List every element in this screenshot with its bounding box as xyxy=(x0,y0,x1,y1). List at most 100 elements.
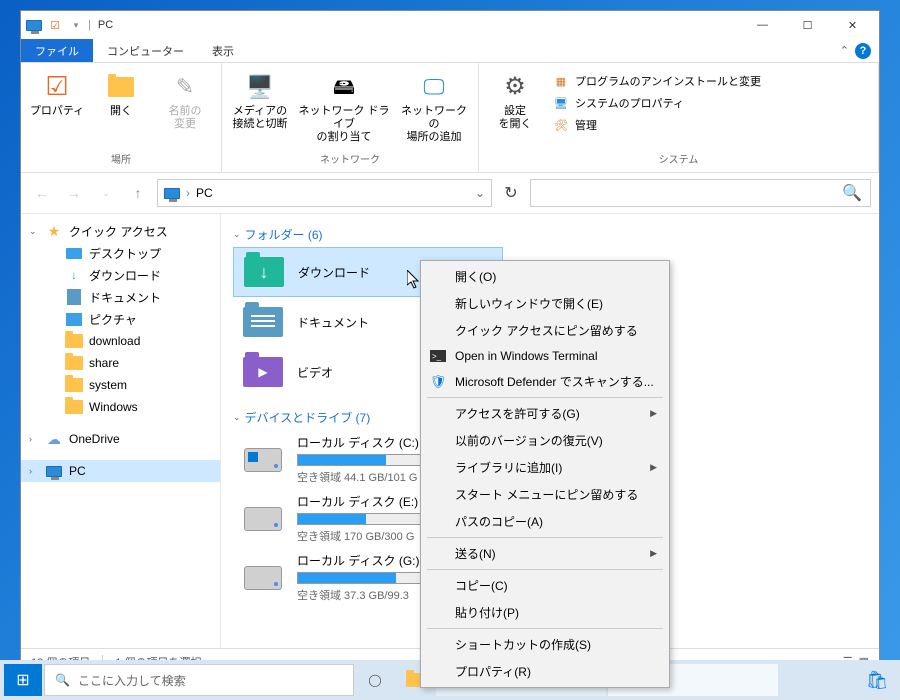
search-icon: 🔍 xyxy=(842,183,862,203)
video-folder-icon: ▶ xyxy=(241,354,285,390)
window-title: PC xyxy=(98,19,113,31)
dropdown-icon[interactable]: ▾ xyxy=(67,16,85,34)
sidebar-windows-folder[interactable]: Windows xyxy=(21,396,220,418)
sidebar-system-folder[interactable]: system xyxy=(21,374,220,396)
cm-create-shortcut[interactable]: ショートカットの作成(S) xyxy=(423,631,667,658)
document-icon xyxy=(65,288,83,306)
start-button[interactable]: ⊞ xyxy=(4,664,42,696)
properties-quickaccess-icon[interactable]: ☑ xyxy=(46,16,64,34)
desktop-icon xyxy=(65,244,83,262)
sidebar-pc[interactable]: ›PC xyxy=(21,460,220,482)
cloud-icon: ☁ xyxy=(45,430,63,448)
ribbon-sysprops[interactable]: 🖥システムのプロパティ xyxy=(553,95,761,111)
ribbon-settings[interactable]: ⚙設定 を開く xyxy=(487,71,543,131)
task-view-button[interactable]: ◯ xyxy=(356,664,394,696)
ribbon-uninstall-label: プログラムのアンインストールと変更 xyxy=(575,73,761,89)
ribbon-properties[interactable]: ☑プロパティ xyxy=(29,71,85,118)
address-bar: ← → ⌄ ↑ › PC ⌄ ↻ 🔍 xyxy=(21,173,879,213)
folder-icon xyxy=(65,354,83,372)
sidebar-onedrive[interactable]: ›☁OneDrive xyxy=(21,428,220,450)
download-folder-icon: ↓ xyxy=(242,254,286,290)
folder-icon xyxy=(65,398,83,416)
shield-icon: 🛡 xyxy=(429,373,447,391)
cm-grant-access[interactable]: アクセスを許可する(G)▶ xyxy=(423,400,667,427)
taskbar-search[interactable]: 🔍 ここに入力して検索 xyxy=(44,664,354,696)
folder-icon xyxy=(65,376,83,394)
cm-separator xyxy=(427,628,663,629)
pc-icon xyxy=(164,188,180,199)
sidebar-download-folder[interactable]: download xyxy=(21,330,220,352)
folders-section-header[interactable]: ⌄フォルダー (6) xyxy=(233,222,867,247)
tab-file[interactable]: ファイル xyxy=(21,39,93,62)
search-field[interactable]: 🔍 xyxy=(530,179,871,207)
sidebar-share-folder[interactable]: share xyxy=(21,352,220,374)
terminal-icon: >_ xyxy=(429,347,447,365)
cm-separator xyxy=(427,397,663,398)
ribbon-rename[interactable]: ✎名前の 変更 xyxy=(157,71,213,131)
search-icon: 🔍 xyxy=(55,673,70,687)
ribbon-uninstall[interactable]: ▦プログラムのアンインストールと変更 xyxy=(553,73,761,89)
document-folder-icon xyxy=(241,304,285,340)
ribbon-media[interactable]: 🖥️メディアの 接続と切断 xyxy=(230,71,290,131)
maximize-button[interactable]: ☐ xyxy=(785,11,830,39)
ribbon-mapdrive[interactable]: 🖴ネットワーク ドライブ の割り当て xyxy=(298,71,390,145)
context-menu: 開く(O) 新しいウィンドウで開く(E) クイック アクセスにピン留めする >_… xyxy=(420,260,670,688)
collapse-ribbon-icon[interactable]: ⌃ xyxy=(840,44,849,57)
ribbon-manage-label: 管理 xyxy=(575,117,597,133)
help-icon[interactable]: ? xyxy=(855,43,871,59)
ribbon-properties-label: プロパティ xyxy=(30,105,84,118)
sidebar-quick-access[interactable]: ⌄★クイック アクセス xyxy=(21,220,220,242)
ribbon-manage[interactable]: 🛠管理 xyxy=(553,117,761,133)
address-field[interactable]: › PC ⌄ xyxy=(157,179,492,207)
ribbon-group-network: ネットワーク xyxy=(230,149,470,168)
drive-icon xyxy=(241,442,285,478)
nav-back-button[interactable]: ← xyxy=(29,180,55,206)
sidebar-downloads[interactable]: ↓ダウンロード xyxy=(21,264,220,286)
nav-forward-button[interactable]: → xyxy=(61,180,87,206)
nav-recent-button[interactable]: ⌄ xyxy=(93,180,119,206)
folder-icon xyxy=(65,332,83,350)
star-icon: ★ xyxy=(45,222,63,240)
tab-computer[interactable]: コンピューター xyxy=(93,39,198,62)
submenu-arrow-icon: ▶ xyxy=(650,408,657,419)
cm-copy-path[interactable]: パスのコピー(A) xyxy=(423,508,667,535)
cm-open-terminal[interactable]: >_Open in Windows Terminal xyxy=(423,344,667,368)
ribbon-addloc-label: ネットワークの 場所の追加 xyxy=(398,105,470,145)
sidebar-desktop[interactable]: デスクトップ xyxy=(21,242,220,264)
drive-icon xyxy=(241,501,285,537)
address-path: PC xyxy=(196,186,213,200)
ribbon-open[interactable]: 開く xyxy=(93,71,149,118)
ribbon-group-system: システム xyxy=(487,149,870,168)
cm-copy[interactable]: コピー(C) xyxy=(423,572,667,599)
cm-pin-start[interactable]: スタート メニューにピン留めする xyxy=(423,481,667,508)
cm-restore-previous[interactable]: 以前のバージョンの復元(V) xyxy=(423,427,667,454)
ribbon-settings-label: 設定 を開く xyxy=(499,105,532,131)
minimize-button[interactable]: ― xyxy=(740,11,785,39)
address-dropdown-icon[interactable]: ⌄ xyxy=(475,186,485,200)
cm-open[interactable]: 開く(O) xyxy=(423,263,667,290)
ribbon-addlocation[interactable]: 🖵ネットワークの 場所の追加 xyxy=(398,71,470,145)
ribbon-sysprops-label: システムのプロパティ xyxy=(575,95,684,111)
ribbon-rename-label: 名前の 変更 xyxy=(169,105,202,131)
submenu-arrow-icon: ▶ xyxy=(650,548,657,559)
cm-paste[interactable]: 貼り付け(P) xyxy=(423,599,667,626)
sidebar-pictures[interactable]: ピクチャ xyxy=(21,308,220,330)
tab-view[interactable]: 表示 xyxy=(198,39,248,62)
close-button[interactable]: ✕ xyxy=(830,11,875,39)
drive-icon xyxy=(241,560,285,596)
ribbon-media-label: メディアの 接続と切断 xyxy=(233,105,288,131)
cm-add-library[interactable]: ライブラリに追加(I)▶ xyxy=(423,454,667,481)
cm-properties[interactable]: プロパティ(R) xyxy=(423,658,667,685)
cm-send-to[interactable]: 送る(N)▶ xyxy=(423,540,667,567)
sidebar-documents[interactable]: ドキュメント xyxy=(21,286,220,308)
cm-defender-scan[interactable]: 🛡Microsoft Defender でスキャンする... xyxy=(423,368,667,395)
nav-up-button[interactable]: ↑ xyxy=(125,180,151,206)
cm-open-new-window[interactable]: 新しいウィンドウで開く(E) xyxy=(423,290,667,317)
cm-separator xyxy=(427,569,663,570)
taskbar-store-icon[interactable]: 🛍 xyxy=(858,664,896,696)
refresh-button[interactable]: ↻ xyxy=(498,183,524,203)
cm-pin-quick-access[interactable]: クイック アクセスにピン留めする xyxy=(423,317,667,344)
picture-icon xyxy=(65,310,83,328)
taskbar-search-placeholder: ここに入力して検索 xyxy=(78,672,186,689)
ribbon-open-label: 開く xyxy=(110,105,132,118)
